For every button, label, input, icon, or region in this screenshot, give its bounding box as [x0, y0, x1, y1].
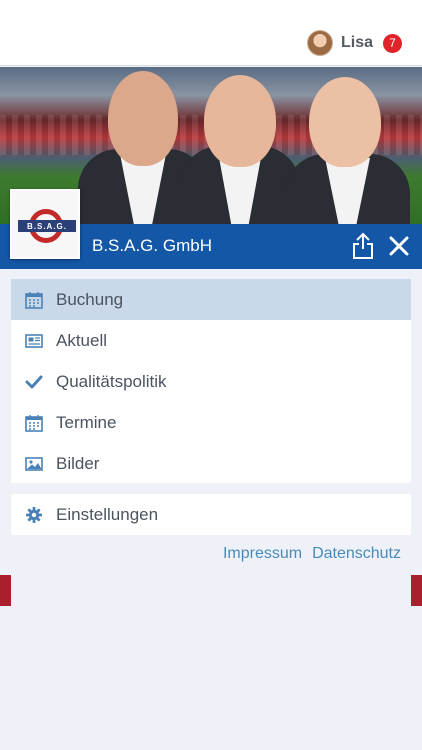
user-menu[interactable]: Lisa 7 — [306, 30, 402, 56]
person-head — [309, 77, 381, 167]
notification-badge[interactable]: 7 — [383, 33, 402, 53]
menu-item-aktuell[interactable]: Aktuell — [11, 320, 411, 361]
impressum-link[interactable]: Impressum — [223, 545, 302, 563]
team-member-photo-2 — [180, 67, 300, 224]
menu-item-label: Qualitätspolitik — [56, 371, 167, 391]
background-red-strip-right — [411, 575, 422, 606]
menu-item-termine[interactable]: Termine — [11, 402, 411, 443]
team-member-photo-3 — [285, 67, 410, 224]
close-icon[interactable] — [388, 235, 410, 257]
menu-item-label: Einstellungen — [56, 504, 159, 524]
menu-item-label: Buchung — [56, 289, 124, 309]
menu-item-einstellungen[interactable]: Einstellungen — [11, 494, 411, 535]
drawer-empty-area — [11, 575, 411, 750]
menu-item-buchung[interactable]: Buchung — [11, 279, 411, 320]
gear-icon — [26, 506, 42, 523]
menu-item-bilder[interactable]: Bilder — [11, 443, 411, 484]
company-name: B.S.A.G. GmbH — [92, 236, 212, 255]
user-name[interactable]: Lisa — [341, 34, 373, 52]
top-bar: Lisa 7 — [0, 0, 422, 66]
logo-text: B.S.A.G. — [18, 220, 76, 232]
calendar-icon — [25, 291, 43, 309]
checkmark-icon — [25, 375, 43, 388]
image-icon — [25, 456, 43, 471]
menu-item-label: Bilder — [56, 453, 100, 473]
user-avatar[interactable] — [306, 30, 333, 56]
company-logo: B.S.A.G. — [10, 189, 80, 259]
calendar-icon — [25, 414, 43, 432]
footer-links: Impressum Datenschutz — [223, 545, 401, 563]
person-head — [204, 75, 276, 167]
menu-item-qualitaetspolitik[interactable]: Qualitätspolitik — [11, 361, 411, 402]
share-icon[interactable] — [351, 232, 375, 260]
menu-item-label: Termine — [56, 412, 117, 432]
menu-item-label: Aktuell — [56, 330, 108, 350]
main-menu: Buchung Aktuell Qualitätspolitik Termine… — [11, 279, 411, 483]
newspaper-icon — [25, 333, 43, 348]
datenschutz-link[interactable]: Datenschutz — [312, 545, 401, 563]
settings-menu: Einstellungen — [11, 494, 411, 535]
person-head — [108, 71, 178, 166]
background-red-strip-left — [0, 575, 11, 606]
